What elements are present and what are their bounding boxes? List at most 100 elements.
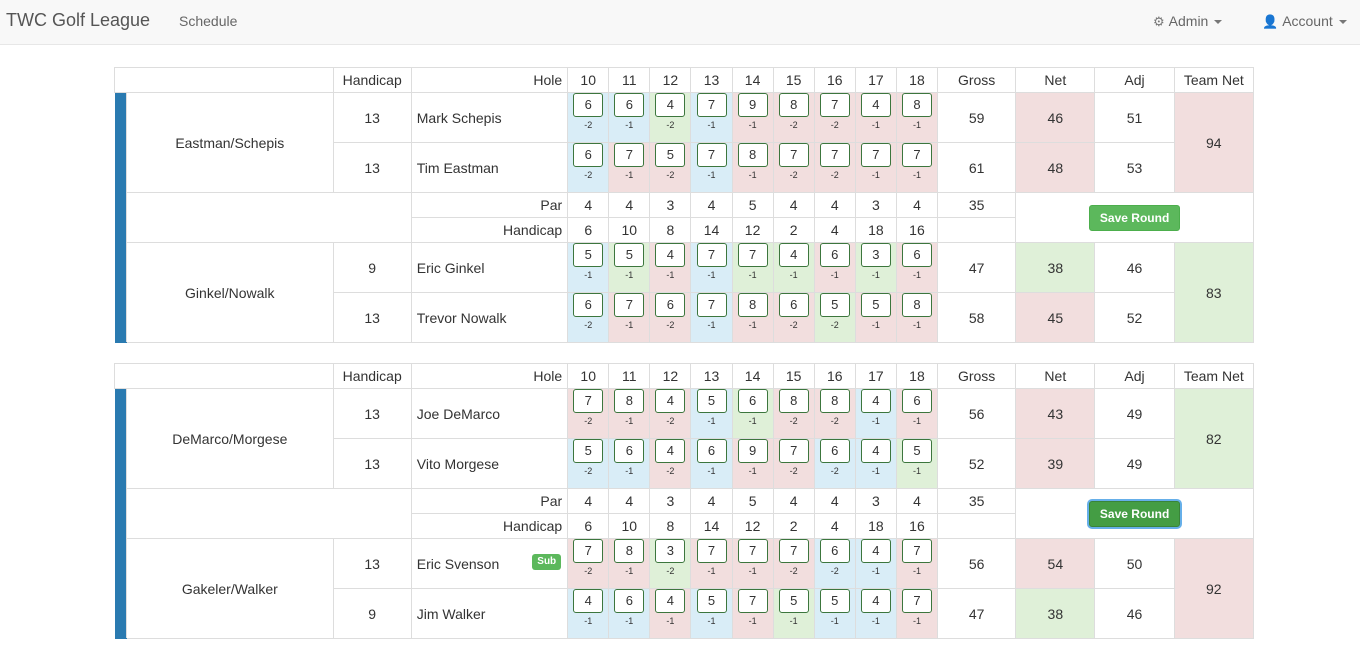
score-input[interactable]: 8 [778, 389, 809, 413]
hole-handicap: 4 [813, 513, 856, 539]
score-input[interactable]: 4 [655, 243, 686, 267]
handicap-stroke: -1 [625, 566, 634, 576]
score-input[interactable]: 7 [696, 539, 727, 563]
score-input[interactable]: 6 [819, 539, 850, 563]
score-input[interactable]: 8 [614, 389, 645, 413]
player-row: DeMarco/Morgese 13 Joe DeMarco 7 -2 8 -1 4 -2 5 -1… [114, 388, 1255, 639]
score-input[interactable]: 8 [901, 93, 932, 117]
save-round-button[interactable]: Save Round [1088, 500, 1181, 527]
handicap-stroke: -1 [912, 616, 921, 626]
net-score: 46 [1015, 92, 1096, 143]
handicap-stroke: -2 [830, 170, 839, 180]
score-input[interactable]: 7 [696, 293, 727, 317]
score-input[interactable]: 5 [819, 293, 850, 317]
score-input[interactable]: 7 [696, 143, 727, 167]
score-input[interactable]: 4 [860, 539, 891, 563]
score-input[interactable]: 5 [901, 439, 932, 463]
score-input[interactable]: 5 [614, 243, 645, 267]
score-input[interactable]: 4 [655, 439, 686, 463]
score-input[interactable]: 8 [901, 293, 932, 317]
score-input[interactable]: 4 [573, 589, 604, 613]
score-input[interactable]: 7 [737, 539, 768, 563]
score-input[interactable]: 7 [778, 439, 809, 463]
brand-link[interactable]: TWC Golf League [6, 10, 150, 31]
score-input[interactable]: 7 [901, 589, 932, 613]
score-input[interactable]: 6 [737, 389, 768, 413]
score-input[interactable]: 8 [737, 293, 768, 317]
handicap-stroke: -1 [584, 616, 593, 626]
save-round-button[interactable]: Save Round [1088, 204, 1181, 231]
score-input[interactable]: 7 [737, 589, 768, 613]
score-input[interactable]: 5 [696, 389, 727, 413]
score-input[interactable]: 5 [778, 589, 809, 613]
hole-score-cell: 4 -1 [854, 438, 897, 489]
score-input[interactable]: 4 [655, 389, 686, 413]
score-input[interactable]: 7 [778, 143, 809, 167]
nav-schedule-link[interactable]: Schedule [179, 13, 237, 29]
score-input[interactable]: 6 [819, 439, 850, 463]
score-input[interactable]: 6 [573, 293, 604, 317]
score-input[interactable]: 7 [573, 539, 604, 563]
score-input[interactable]: 4 [655, 93, 686, 117]
handicap-stroke: -1 [584, 270, 593, 280]
hole-par: 4 [895, 192, 939, 218]
score-input[interactable]: 5 [573, 243, 604, 267]
score-input[interactable]: 7 [614, 293, 645, 317]
score-input[interactable]: 7 [860, 143, 891, 167]
score-input[interactable]: 7 [696, 93, 727, 117]
score-input[interactable]: 4 [778, 243, 809, 267]
score-input[interactable]: 6 [819, 243, 850, 267]
handicap-stroke: -1 [748, 616, 757, 626]
score-input[interactable]: 6 [655, 293, 686, 317]
header-handicap: Handicap [332, 67, 412, 93]
score-input[interactable]: 4 [860, 389, 891, 413]
score-input[interactable]: 7 [819, 93, 850, 117]
score-input[interactable]: 4 [860, 93, 891, 117]
handicap-stroke: -1 [625, 120, 634, 130]
score-input[interactable]: 7 [901, 143, 932, 167]
score-input[interactable]: 8 [819, 389, 850, 413]
score-input[interactable]: 6 [614, 93, 645, 117]
hole-score-cell: 5 -1 [895, 438, 939, 489]
score-input[interactable]: 6 [573, 93, 604, 117]
hole-handicap: 6 [567, 217, 610, 243]
score-input[interactable]: 9 [737, 93, 768, 117]
net-score: 54 [1015, 538, 1096, 589]
hole-score-cell: 4 -2 [649, 92, 692, 143]
score-input[interactable]: 4 [860, 439, 891, 463]
hole-score-cell: 5 -1 [854, 292, 897, 343]
hole-score-cell: 5 -2 [567, 438, 610, 489]
score-input[interactable]: 7 [614, 143, 645, 167]
score-input[interactable]: 4 [860, 589, 891, 613]
score-input[interactable]: 8 [778, 93, 809, 117]
score-input[interactable]: 9 [737, 439, 768, 463]
score-input[interactable]: 4 [655, 589, 686, 613]
score-input[interactable]: 8 [737, 143, 768, 167]
score-input[interactable]: 5 [819, 589, 850, 613]
score-input[interactable]: 5 [696, 589, 727, 613]
score-input[interactable]: 7 [778, 539, 809, 563]
score-input[interactable]: 7 [901, 539, 932, 563]
nav-account-dropdown[interactable]: 👤 Account [1262, 13, 1347, 30]
score-input[interactable]: 7 [696, 243, 727, 267]
score-input[interactable]: 5 [573, 439, 604, 463]
score-input[interactable]: 7 [737, 243, 768, 267]
score-input[interactable]: 6 [901, 243, 932, 267]
score-input[interactable]: 5 [655, 143, 686, 167]
score-input[interactable]: 6 [614, 439, 645, 463]
score-input[interactable]: 6 [778, 293, 809, 317]
score-input[interactable]: 6 [696, 439, 727, 463]
player-name: Jim Walker [416, 605, 486, 622]
score-input[interactable]: 7 [573, 389, 604, 413]
score-input[interactable]: 6 [614, 589, 645, 613]
nav-admin-dropdown[interactable]: ⚙ Admin [1153, 13, 1223, 30]
handicap-stroke: -2 [666, 170, 675, 180]
score-input[interactable]: 3 [860, 243, 891, 267]
score-input[interactable]: 6 [573, 143, 604, 167]
score-input[interactable]: 7 [819, 143, 850, 167]
score-input[interactable]: 3 [655, 539, 686, 563]
score-input[interactable]: 5 [860, 293, 891, 317]
score-input[interactable]: 8 [614, 539, 645, 563]
score-input[interactable]: 6 [901, 389, 932, 413]
save-cell: Save Round [1015, 488, 1254, 539]
